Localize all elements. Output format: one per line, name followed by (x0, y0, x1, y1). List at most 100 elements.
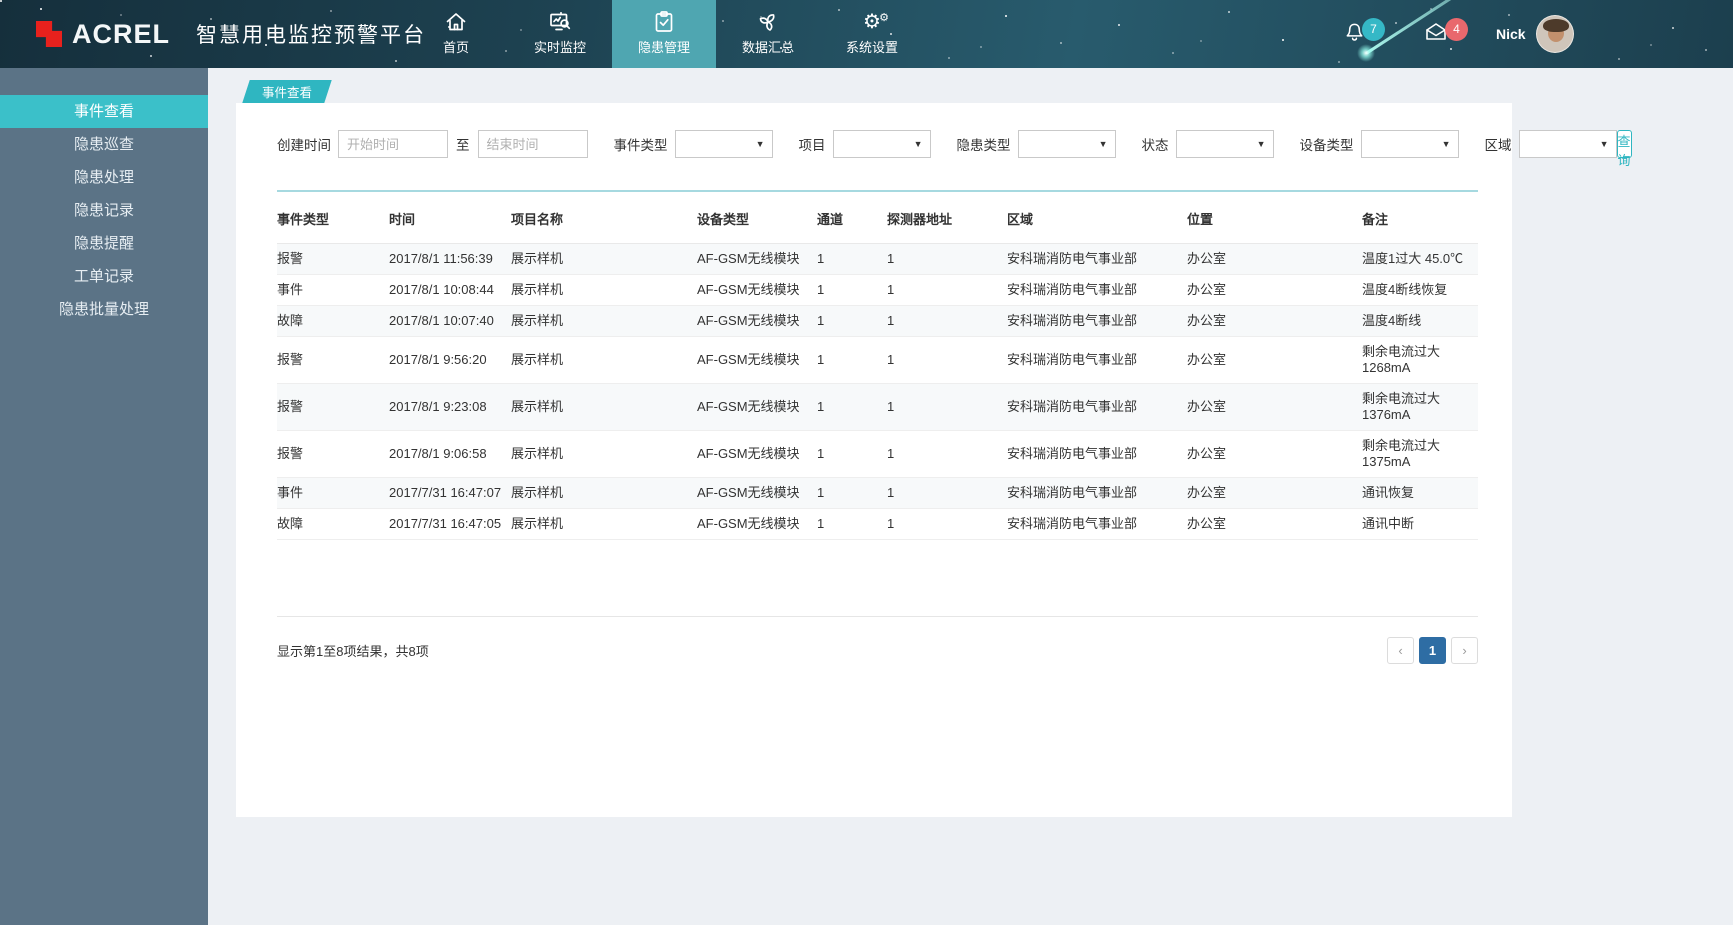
sidebar-item-6[interactable]: 工单记录 (0, 260, 208, 293)
column-header: 探测器地址 (887, 192, 1007, 244)
table-cell: 安科瑞消防电气事业部 (1007, 244, 1187, 275)
event-type-select[interactable]: ▼ (675, 130, 773, 158)
sidebar-item-1[interactable]: 事件查看 (0, 95, 208, 128)
sidebar-item-2[interactable]: 隐患巡查 (0, 128, 208, 161)
table-row[interactable]: 事件2017/7/31 16:47:07展示样机AF-GSM无线模块11安科瑞消… (277, 478, 1478, 509)
notification-count-badge: 7 (1362, 18, 1385, 41)
table-cell: 2017/8/1 9:06:58 (389, 431, 511, 478)
nav-item-system-settings[interactable]: ⚙⚙ 系统设置 (820, 0, 924, 68)
user-name: Nick (1496, 26, 1526, 42)
table-cell: 展示样机 (511, 275, 697, 306)
table-row[interactable]: 故障2017/7/31 16:47:05展示样机AF-GSM无线模块11安科瑞消… (277, 509, 1478, 540)
filter-status: 状态 ▼ (1142, 130, 1274, 158)
table-cell: AF-GSM无线模块 (697, 244, 817, 275)
nav-item-hazard-management[interactable]: 隐患管理 (612, 0, 716, 68)
table-cell: 温度4断线 (1362, 306, 1478, 337)
column-header: 事件类型 (277, 192, 389, 244)
chevron-down-icon: ▼ (1099, 139, 1108, 149)
table-cell: AF-GSM无线模块 (697, 306, 817, 337)
list-footer: 显示第1至8项结果，共8项 ‹ 1 › (277, 637, 1478, 664)
table-cell: 1 (887, 478, 1007, 509)
table-cell: 2017/8/1 11:56:39 (389, 244, 511, 275)
table-cell: 安科瑞消防电气事业部 (1007, 431, 1187, 478)
nav-item-home[interactable]: 首页 (404, 0, 508, 68)
table-cell: 安科瑞消防电气事业部 (1007, 306, 1187, 337)
table-cell: 展示样机 (511, 244, 697, 275)
start-time-input[interactable] (338, 130, 448, 158)
table-row[interactable]: 报警2017/8/1 9:23:08展示样机AF-GSM无线模块11安科瑞消防电… (277, 384, 1478, 431)
gears-icon: ⚙⚙ (860, 10, 884, 34)
nav-item-label: 系统设置 (846, 37, 898, 56)
results-summary: 显示第1至8项结果，共8项 (277, 641, 429, 660)
nav-item-data-summary[interactable]: 数据汇总 (716, 0, 820, 68)
sidebar-item-7[interactable]: 隐患批量处理 (0, 293, 208, 326)
area-select[interactable]: ▼ (1519, 130, 1617, 158)
table-row[interactable]: 事件2017/8/1 10:08:44展示样机AF-GSM无线模块11安科瑞消防… (277, 275, 1478, 306)
sidebar-item-3[interactable]: 隐患处理 (0, 161, 208, 194)
table-cell: 报警 (277, 431, 389, 478)
table-cell: 剩余电流过大 1376mA (1362, 384, 1478, 431)
page-1-button[interactable]: 1 (1419, 637, 1446, 664)
nav-item-label: 首页 (443, 37, 469, 56)
user-avatar[interactable] (1536, 15, 1574, 53)
table-cell: AF-GSM无线模块 (697, 478, 817, 509)
table-cell: 报警 (277, 384, 389, 431)
table-row[interactable]: 报警2017/8/1 11:56:39展示样机AF-GSM无线模块11安科瑞消防… (277, 244, 1478, 275)
project-select[interactable]: ▼ (833, 130, 931, 158)
table-row[interactable]: 报警2017/8/1 9:56:20展示样机AF-GSM无线模块11安科瑞消防电… (277, 337, 1478, 384)
sidebar-item-4[interactable]: 隐患记录 (0, 194, 208, 227)
table-cell: 1 (817, 306, 887, 337)
table-cell: 展示样机 (511, 337, 697, 384)
table-cell: 展示样机 (511, 384, 697, 431)
filter-device-type: 设备类型 ▼ (1300, 130, 1459, 158)
table-cell: 展示样机 (511, 509, 697, 540)
table-row[interactable]: 报警2017/8/1 9:06:58展示样机AF-GSM无线模块11安科瑞消防电… (277, 431, 1478, 478)
tab-event-view[interactable]: 事件查看 (242, 80, 331, 103)
search-button[interactable]: 查询 (1617, 130, 1632, 158)
table-cell: 2017/7/31 16:47:07 (389, 478, 511, 509)
area-label: 区域 (1485, 134, 1512, 154)
table-cell: 1 (817, 509, 887, 540)
message-count-badge: 4 (1445, 18, 1468, 41)
nav-item-realtime-monitor[interactable]: 实时监控 (508, 0, 612, 68)
end-time-input[interactable] (478, 130, 588, 158)
table-cell: 通讯恢复 (1362, 478, 1478, 509)
column-header: 项目名称 (511, 192, 697, 244)
column-header: 设备类型 (697, 192, 817, 244)
sidebar-item-5[interactable]: 隐患提醒 (0, 227, 208, 260)
events-table-wrap: 事件类型时间项目名称设备类型通道探测器地址区域位置备注 报警2017/8/1 1… (277, 190, 1478, 540)
column-header: 位置 (1187, 192, 1362, 244)
table-cell: 办公室 (1187, 384, 1362, 431)
column-header: 备注 (1362, 192, 1478, 244)
monitor-search-icon (548, 10, 572, 34)
notifications-button[interactable]: 7 (1343, 20, 1385, 49)
table-cell: 1 (817, 275, 887, 306)
table-cell: 2017/8/1 10:07:40 (389, 306, 511, 337)
filter-project: 项目 ▼ (799, 130, 931, 158)
table-cell: 办公室 (1187, 275, 1362, 306)
messages-button[interactable]: 4 (1423, 20, 1468, 49)
nav-item-label: 实时监控 (534, 37, 586, 56)
table-cell: 事件 (277, 275, 389, 306)
tab-label: 事件查看 (262, 82, 312, 101)
fan-icon (756, 10, 780, 34)
prev-page-button[interactable]: ‹ (1387, 637, 1414, 664)
project-label: 项目 (799, 134, 826, 154)
pagination: ‹ 1 › (1387, 637, 1478, 664)
chevron-down-icon: ▼ (1257, 139, 1266, 149)
table-cell: 剩余电流过大 1375mA (1362, 431, 1478, 478)
table-bottom-divider (277, 616, 1478, 617)
to-label: 至 (456, 134, 470, 154)
top-navbar: ACREL 智慧用电监控预警平台 首页 (0, 0, 1733, 68)
status-select[interactable]: ▼ (1176, 130, 1274, 158)
table-row[interactable]: 故障2017/8/1 10:07:40展示样机AF-GSM无线模块11安科瑞消防… (277, 306, 1478, 337)
table-cell: AF-GSM无线模块 (697, 337, 817, 384)
sidebar-menu: 事件查看隐患巡查隐患处理隐患记录隐患提醒工单记录隐患批量处理 (0, 68, 208, 925)
table-cell: 办公室 (1187, 509, 1362, 540)
hazard-type-select[interactable]: ▼ (1018, 130, 1116, 158)
device-type-select[interactable]: ▼ (1361, 130, 1459, 158)
table-cell: 安科瑞消防电气事业部 (1007, 337, 1187, 384)
table-cell: 办公室 (1187, 306, 1362, 337)
next-page-button[interactable]: › (1451, 637, 1478, 664)
table-cell: 安科瑞消防电气事业部 (1007, 478, 1187, 509)
